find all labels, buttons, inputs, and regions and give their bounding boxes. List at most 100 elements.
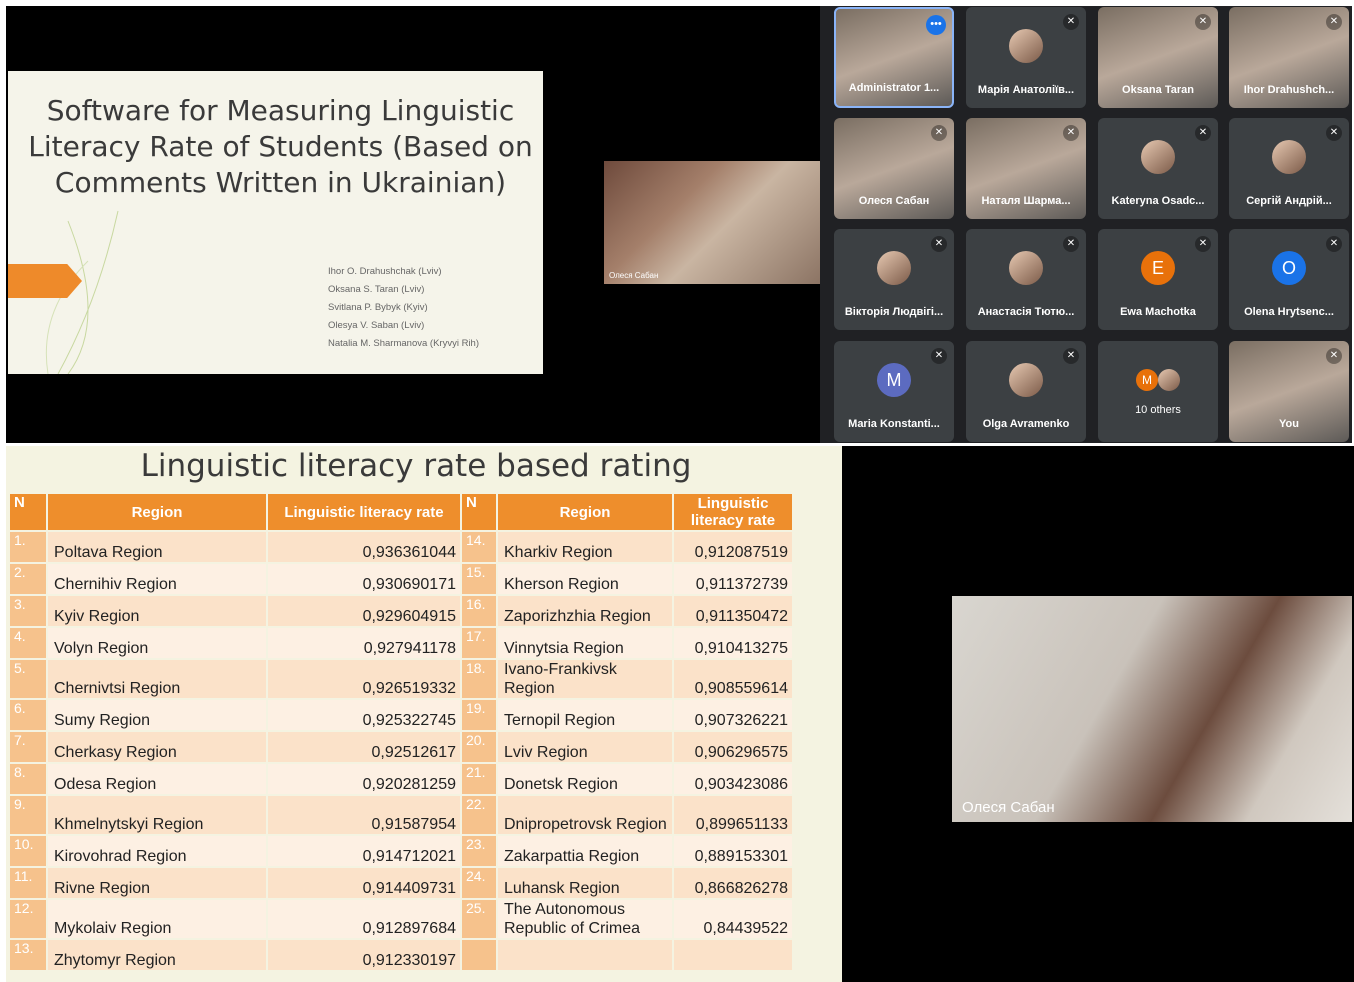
row-number: 21. xyxy=(460,762,498,796)
table-row: 1. Poltava Region 0,936361044 14. Kharkiv Re… xyxy=(8,530,794,564)
mic-muted-icon: ✕ xyxy=(1063,348,1079,364)
participant-tile[interactable]: ✕ Kateryna Osadc... xyxy=(1098,118,1218,219)
literacy-rate: 0,889153301 xyxy=(672,834,794,868)
row-number: 14. xyxy=(460,530,498,564)
row-number: 9. xyxy=(8,794,48,836)
participant-name: Olga Avramenko xyxy=(982,418,1070,430)
participant-tile[interactable]: M 10 others xyxy=(1098,341,1218,442)
region-name: Rivne Region xyxy=(46,866,268,900)
participant-tile[interactable]: ✕ Oksana Taran xyxy=(1098,7,1218,108)
literacy-rate: 0,911350472 xyxy=(672,594,794,628)
row-number: 23. xyxy=(460,834,498,868)
participant-tile[interactable]: O ✕ Olena Hrytsenc... xyxy=(1229,229,1349,330)
speaker-name-label: Олеся Сабан xyxy=(609,271,659,280)
region-name: Kyiv Region xyxy=(46,594,268,628)
table-row: 9. Khmelnytskyi Region 0,91587954 22. Dnipro… xyxy=(8,794,794,836)
others-avatar: M xyxy=(1136,369,1158,391)
participant-name: 10 others xyxy=(1135,404,1181,416)
participant-tile[interactable]: ✕ Вікторія Людвігі... xyxy=(834,229,954,330)
region-name: Cherkasy Region xyxy=(46,730,268,764)
region-name: Kirovohrad Region xyxy=(46,834,268,868)
others-avatar-photo xyxy=(1158,369,1180,391)
speaker-video-small[interactable]: Олеся Сабан xyxy=(604,161,820,284)
participant-tile[interactable]: ✕ Анастасія Тютю... xyxy=(966,229,1086,330)
row-number: 10. xyxy=(8,834,48,868)
participant-tile[interactable]: ✕ Olga Avramenko xyxy=(966,341,1086,442)
table-row: 2. Chernihiv Region 0,930690171 15. Kherson … xyxy=(8,562,794,596)
participant-avatar xyxy=(1009,29,1043,63)
region-name: Sumy Region xyxy=(46,698,268,732)
participant-tile[interactable]: ••• Administrator 1... xyxy=(834,7,954,108)
row-number: 16. xyxy=(460,594,498,628)
author-3: Svitlana P. Bybyk (Kyiv) xyxy=(328,302,428,313)
mic-muted-icon: ✕ xyxy=(1326,348,1342,364)
participant-name: Administrator 1... xyxy=(848,82,940,94)
mic-muted-icon: ✕ xyxy=(1063,125,1079,141)
region-name: Zaporizhzhia Region xyxy=(496,594,674,628)
mic-muted-icon: ✕ xyxy=(931,348,947,364)
participant-name: Сергій Андрій... xyxy=(1246,195,1332,207)
author-5: Natalia M. Sharmanova (Kryvyi Rih) xyxy=(328,338,479,349)
header-region-left: Region xyxy=(46,492,268,532)
participant-name: You xyxy=(1279,418,1299,430)
participant-name: Oksana Taran xyxy=(1122,84,1194,96)
participant-tile[interactable]: ✕ Наталя Шарма... xyxy=(966,118,1086,219)
rating-table-body: 1. Poltava Region 0,936361044 14. Kharkiv Re… xyxy=(8,530,794,972)
region-name: Khmelnytskyi Region xyxy=(46,794,268,836)
row-number: 19. xyxy=(460,698,498,732)
region-name: Odesa Region xyxy=(46,762,268,796)
mic-muted-icon: ✕ xyxy=(931,125,947,141)
row-number: 24. xyxy=(460,866,498,900)
row-number: 18. xyxy=(460,658,498,700)
mic-muted-icon: ✕ xyxy=(1063,14,1079,30)
region-name: Ivano-Frankivsk Region xyxy=(496,658,674,700)
participant-tile[interactable]: ✕ Сергій Андрій... xyxy=(1229,118,1349,219)
mic-muted-icon: ✕ xyxy=(1195,14,1211,30)
region-name: Mykolaiv Region xyxy=(46,898,268,940)
region-name: Dnipropetrovsk Region xyxy=(496,794,674,836)
row-number: 17. xyxy=(460,626,498,660)
region-name: Volyn Region xyxy=(46,626,268,660)
table-row: 12. Mykolaiv Region 0,912897684 25. The Auto… xyxy=(8,898,794,940)
region-name: Poltava Region xyxy=(46,530,268,564)
region-name: Kherson Region xyxy=(496,562,674,596)
literacy-rate: 0,91587954 xyxy=(266,794,462,836)
participant-tile[interactable]: ✕ Марія Анатоліїв... xyxy=(966,7,1086,108)
literacy-rate: 0,936361044 xyxy=(266,530,462,564)
table-row: 8. Odesa Region 0,920281259 21. Donetsk Regi… xyxy=(8,762,794,796)
row-number: 12. xyxy=(8,898,48,940)
row-number: 22. xyxy=(460,794,498,836)
participant-tile[interactable]: ✕ Олеся Сабан xyxy=(834,118,954,219)
row-number: 5. xyxy=(8,658,48,700)
row-number: 20. xyxy=(460,730,498,764)
literacy-rate: 0,866826278 xyxy=(672,866,794,900)
literacy-rate: 0,906296575 xyxy=(672,730,794,764)
row-number: 25. xyxy=(460,898,498,940)
rating-table: N Region Linguistic literacy rate N Regi… xyxy=(8,492,794,972)
row-number xyxy=(460,938,498,972)
table-row: 4. Volyn Region 0,927941178 17. Vinnytsia Re… xyxy=(8,626,794,660)
rating-slide-title: Linguistic literacy rate based rating xyxy=(140,448,692,484)
participant-tile[interactable]: ✕ You xyxy=(1229,341,1349,442)
participant-tile[interactable]: ✕ Ihor Drahushch... xyxy=(1229,7,1349,108)
row-number: 2. xyxy=(8,562,48,596)
participant-name: Наталя Шарма... xyxy=(981,195,1071,207)
row-number: 11. xyxy=(8,866,48,900)
participant-name: Ihor Drahushch... xyxy=(1243,84,1335,96)
author-2: Oksana S. Taran (Lviv) xyxy=(328,284,425,295)
author-list: Ihor O. Drahushchak (Lviv) Oksana S. Tar… xyxy=(328,263,479,353)
table-row: 13. Zhytomyr Region 0,912330197 xyxy=(8,938,794,972)
more-options-icon[interactable]: ••• xyxy=(926,15,946,35)
speaker-video-large[interactable]: Олеся Сабан xyxy=(952,596,1352,822)
region-name: Kharkiv Region xyxy=(496,530,674,564)
row-number: 15. xyxy=(460,562,498,596)
region-name: Chernihiv Region xyxy=(46,562,268,596)
mic-muted-icon: ✕ xyxy=(1195,236,1211,252)
literacy-rate: 0,930690171 xyxy=(266,562,462,596)
participant-tile[interactable]: M ✕ Maria Konstanti... xyxy=(834,341,954,442)
table-row: 10. Kirovohrad Region 0,914712021 23. Zakarp… xyxy=(8,834,794,868)
participant-tile[interactable]: E ✕ Ewa Machotka xyxy=(1098,229,1218,330)
region-name: Chernivtsi Region xyxy=(46,658,268,700)
participant-avatar xyxy=(1009,363,1043,397)
row-number: 4. xyxy=(8,626,48,660)
